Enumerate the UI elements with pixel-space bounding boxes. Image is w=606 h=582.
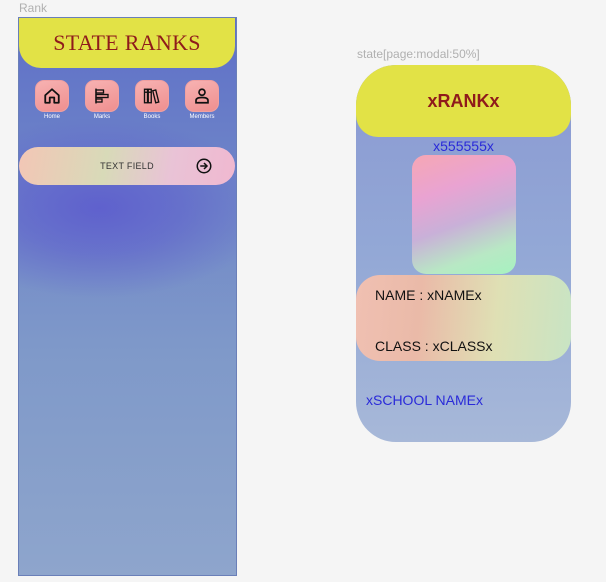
home-button[interactable] bbox=[35, 80, 69, 112]
books-icon bbox=[143, 88, 160, 104]
nav-item-books[interactable]: Books bbox=[135, 80, 169, 120]
header-bar: STATE RANKS bbox=[19, 18, 235, 68]
members-button[interactable] bbox=[185, 80, 219, 112]
home-icon bbox=[44, 88, 60, 104]
frame-label-rank: Rank bbox=[19, 1, 48, 15]
page-title: STATE RANKS bbox=[53, 30, 201, 55]
rank-modal-card: xRANKx x555555x NAME : xNAMEx CLASS : xC… bbox=[356, 65, 571, 442]
rank-value: xRANKx bbox=[427, 90, 500, 111]
search-input[interactable]: TEXT FIELD bbox=[19, 147, 235, 185]
student-class: CLASS : xCLASSx bbox=[375, 338, 493, 354]
frame-label-modal: state[page:modal:50%] bbox=[357, 47, 480, 61]
submit-button[interactable] bbox=[195, 157, 213, 180]
nav-label-marks: Marks bbox=[93, 114, 111, 120]
nav-bar: Home Marks Books Members bbox=[19, 80, 236, 126]
arrow-right-circle-icon bbox=[196, 158, 212, 174]
nav-label-home: Home bbox=[43, 114, 60, 120]
modal-header: xRANKx bbox=[356, 65, 571, 137]
person-icon bbox=[195, 88, 209, 104]
student-name: NAME : xNAMEx bbox=[375, 287, 482, 303]
school-name: xSCHOOL NAMEx bbox=[366, 392, 483, 408]
marks-button[interactable] bbox=[85, 80, 119, 112]
student-info-box: NAME : xNAMEx CLASS : xCLASSx bbox=[356, 275, 571, 361]
bar-chart-icon bbox=[95, 88, 109, 104]
nav-item-marks[interactable]: Marks bbox=[85, 80, 119, 120]
student-id: x555555x bbox=[433, 138, 494, 154]
nav-item-members[interactable]: Members bbox=[185, 80, 219, 120]
rank-screen: STATE RANKS Home Marks Books Members TEX… bbox=[18, 17, 237, 576]
nav-label-members: Members bbox=[189, 114, 215, 120]
books-button[interactable] bbox=[135, 80, 169, 112]
nav-item-home[interactable]: Home bbox=[35, 80, 69, 120]
student-photo bbox=[412, 155, 516, 274]
nav-label-books: Books bbox=[143, 114, 161, 120]
